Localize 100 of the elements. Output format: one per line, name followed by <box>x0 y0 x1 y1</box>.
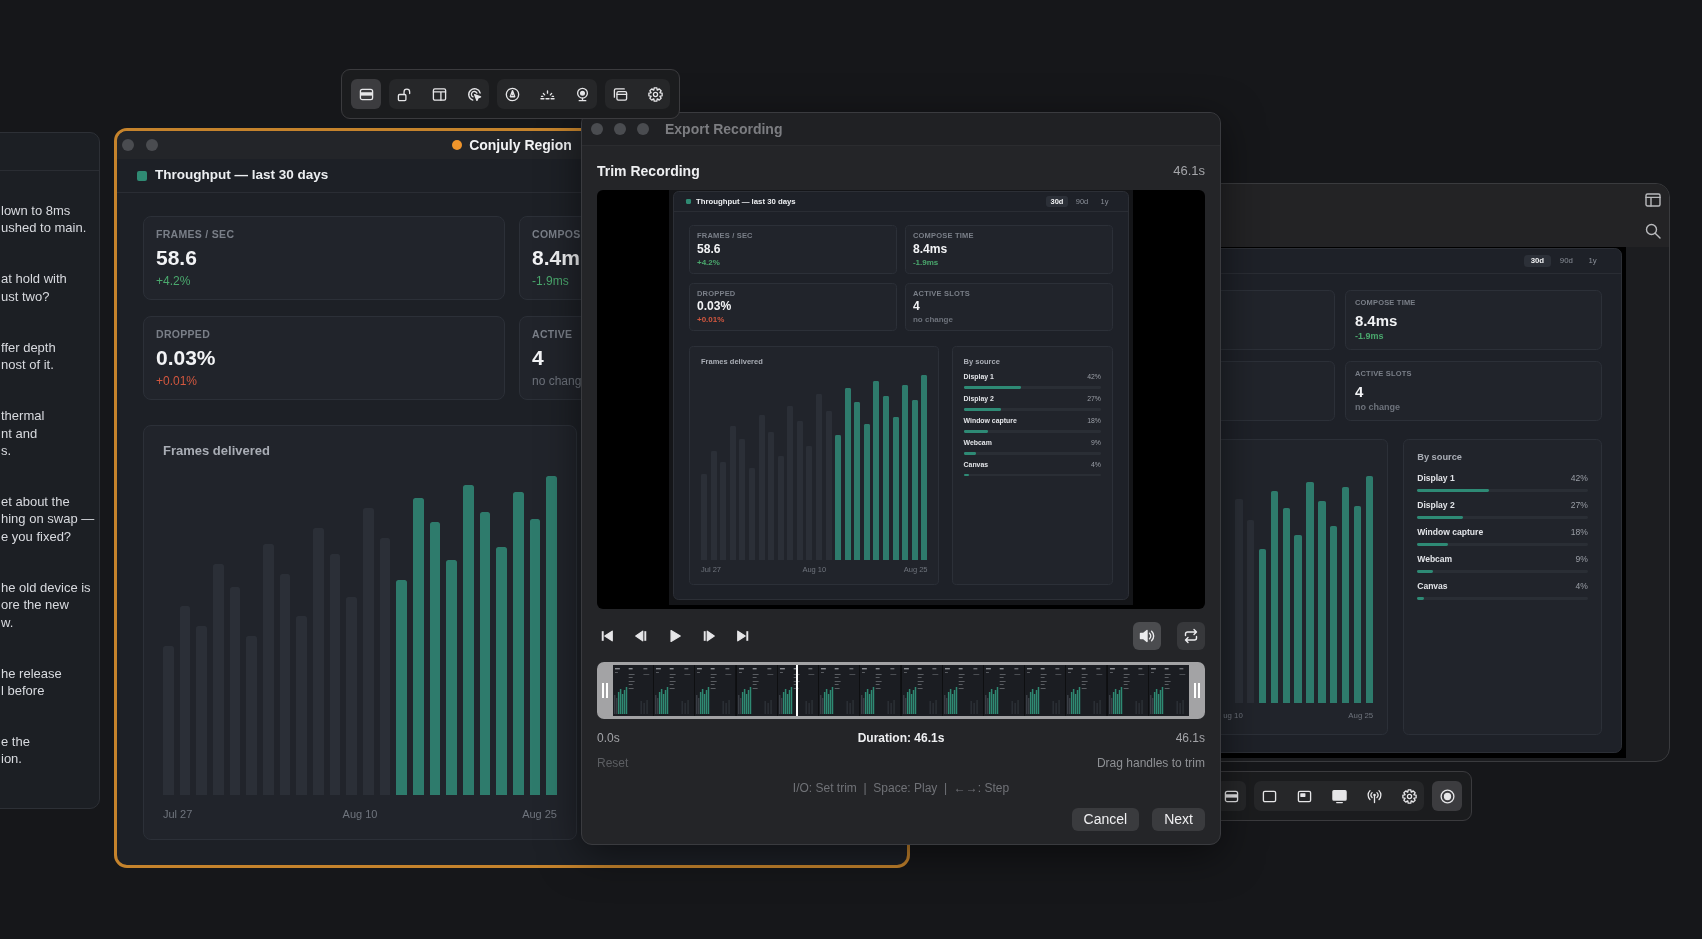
toolbar-button[interactable] <box>351 79 381 109</box>
banner-icon <box>1223 788 1239 804</box>
frame-thumbnail <box>613 665 654 716</box>
stat-value: 8.4ms <box>1354 311 1398 329</box>
stat-value: 8.4ms <box>912 242 948 257</box>
stat-label: DROPPED <box>156 327 211 341</box>
frame-thumbnail <box>654 665 695 716</box>
legend-square-icon <box>685 198 692 205</box>
message-text: thermal nt and s. <box>1 407 46 460</box>
pen-circle-icon <box>504 86 520 102</box>
play-icon <box>668 629 682 643</box>
repeat-icon <box>1183 628 1199 644</box>
source-share: 27% <box>1570 499 1588 511</box>
stat-change: -1.9ms <box>1354 330 1384 342</box>
window-title: Conjuly Region <box>469 135 572 155</box>
stat-change: -1.9ms <box>912 257 939 267</box>
frame-thumbnail <box>1066 665 1107 716</box>
speaker-icon <box>1139 628 1155 644</box>
message-text: he release l before <box>1 664 63 700</box>
grip-icon <box>1194 683 1200 698</box>
stat-change: +4.2% <box>156 274 191 289</box>
stat-change: -1.9ms <box>532 274 569 289</box>
skip-forward-icon <box>736 629 750 643</box>
frame-thumbnail <box>736 665 777 716</box>
frame-thumbnail <box>860 665 901 716</box>
dialog-button[interactable]: Next <box>1152 808 1205 831</box>
source-name: Window capture <box>1417 526 1484 538</box>
layout-icon <box>431 86 447 102</box>
stat-change: +0.01% <box>156 374 198 389</box>
banner-icon <box>358 86 374 102</box>
source-name: Display 2 <box>1417 499 1455 511</box>
windows-icon <box>612 86 628 102</box>
loop-button[interactable] <box>1177 622 1205 650</box>
dashboard-title: Throughput — last 30 days <box>155 166 329 185</box>
shortcut-hint: I/O: Set trim | Space: Play | ←→: Step <box>792 780 1010 796</box>
axis-label: Aug 10 <box>342 807 378 821</box>
chart-title: Frames delivered <box>163 443 270 459</box>
settings-icon <box>1401 788 1417 804</box>
source-share: 4% <box>1575 581 1588 592</box>
source-share: 42% <box>1570 472 1588 484</box>
source-share: 9% <box>1575 553 1588 565</box>
skip-back-icon <box>600 629 614 643</box>
trim-range[interactable] <box>597 662 1205 719</box>
message-text: et about the hing on swap — e you fixed? <box>1 493 96 546</box>
frame-thumbnail <box>819 665 860 716</box>
legend-square-icon <box>137 170 147 181</box>
stat-label: COMPOS <box>532 227 581 241</box>
volume-button[interactable] <box>1133 622 1161 650</box>
stat-value: 58.6 <box>697 242 721 257</box>
hint-text: Drag handles to trim <box>1096 755 1205 771</box>
layout-icon[interactable] <box>1645 192 1661 208</box>
search-icon[interactable] <box>1645 223 1661 239</box>
source-name: Display 1 <box>1417 472 1455 484</box>
rectangle-icon <box>1261 788 1277 804</box>
axis-label: Aug 25 <box>522 807 557 821</box>
frame-thumbnail <box>1148 665 1189 716</box>
stat-value: 0.03% <box>156 346 216 370</box>
step-forward-icon <box>702 629 716 643</box>
dialog-button[interactable]: Cancel <box>1071 808 1140 831</box>
stat-value: 4 <box>912 300 920 315</box>
stat-change: no change <box>1354 402 1400 414</box>
display-icon <box>1331 788 1347 804</box>
grip-icon <box>602 683 608 698</box>
stat-label: FRAMES / SEC <box>156 227 235 241</box>
window-icon <box>1296 788 1312 804</box>
playhead[interactable] <box>796 665 799 716</box>
message-text: e the ion. <box>1 733 31 768</box>
frame-thumbnail <box>983 665 1025 716</box>
message-text: he old device is ore the new w. <box>1 578 92 632</box>
axis-label: Jul 27 <box>163 807 193 821</box>
stat-value: 4 <box>532 346 544 370</box>
status-dot-icon <box>452 140 463 150</box>
source-share: 18% <box>1570 526 1588 538</box>
stat-label: ACTIVE <box>532 327 573 341</box>
stat-value: 0.03% <box>697 300 732 315</box>
time-label: 0.0s <box>597 730 620 746</box>
message-text: lown to 8ms ushed to main. <box>1 202 88 237</box>
duration-label: Duration: 46.1s <box>857 730 945 746</box>
time-label: 46.1s <box>1175 730 1205 746</box>
dialog-heading: Trim Recording <box>597 161 700 181</box>
record-icon <box>1439 788 1455 804</box>
stat-change: no change <box>912 315 953 325</box>
settings-icon <box>647 86 663 102</box>
broadcast-icon <box>1366 788 1382 804</box>
cursor-click-icon <box>466 86 482 102</box>
duration-text: 46.1s <box>1173 162 1205 181</box>
frame-thumbnail <box>1107 665 1148 716</box>
stat-change: no chang <box>532 374 582 389</box>
webcam-icon <box>574 86 590 102</box>
card-title: By source <box>1417 452 1462 464</box>
stat-value: 4 <box>1354 382 1364 401</box>
toolbar-button[interactable] <box>1432 781 1462 811</box>
frame-thumbnail <box>901 665 942 716</box>
step-back-icon <box>634 629 648 643</box>
stat-value: 8.4m <box>532 246 580 270</box>
message-text: at hold with ust two? <box>1 270 68 306</box>
frame-thumbnail <box>942 665 983 716</box>
stat-change: +4.2% <box>697 257 720 267</box>
source-name: Canvas <box>1417 581 1448 592</box>
window-title: Export Recording <box>665 119 783 139</box>
